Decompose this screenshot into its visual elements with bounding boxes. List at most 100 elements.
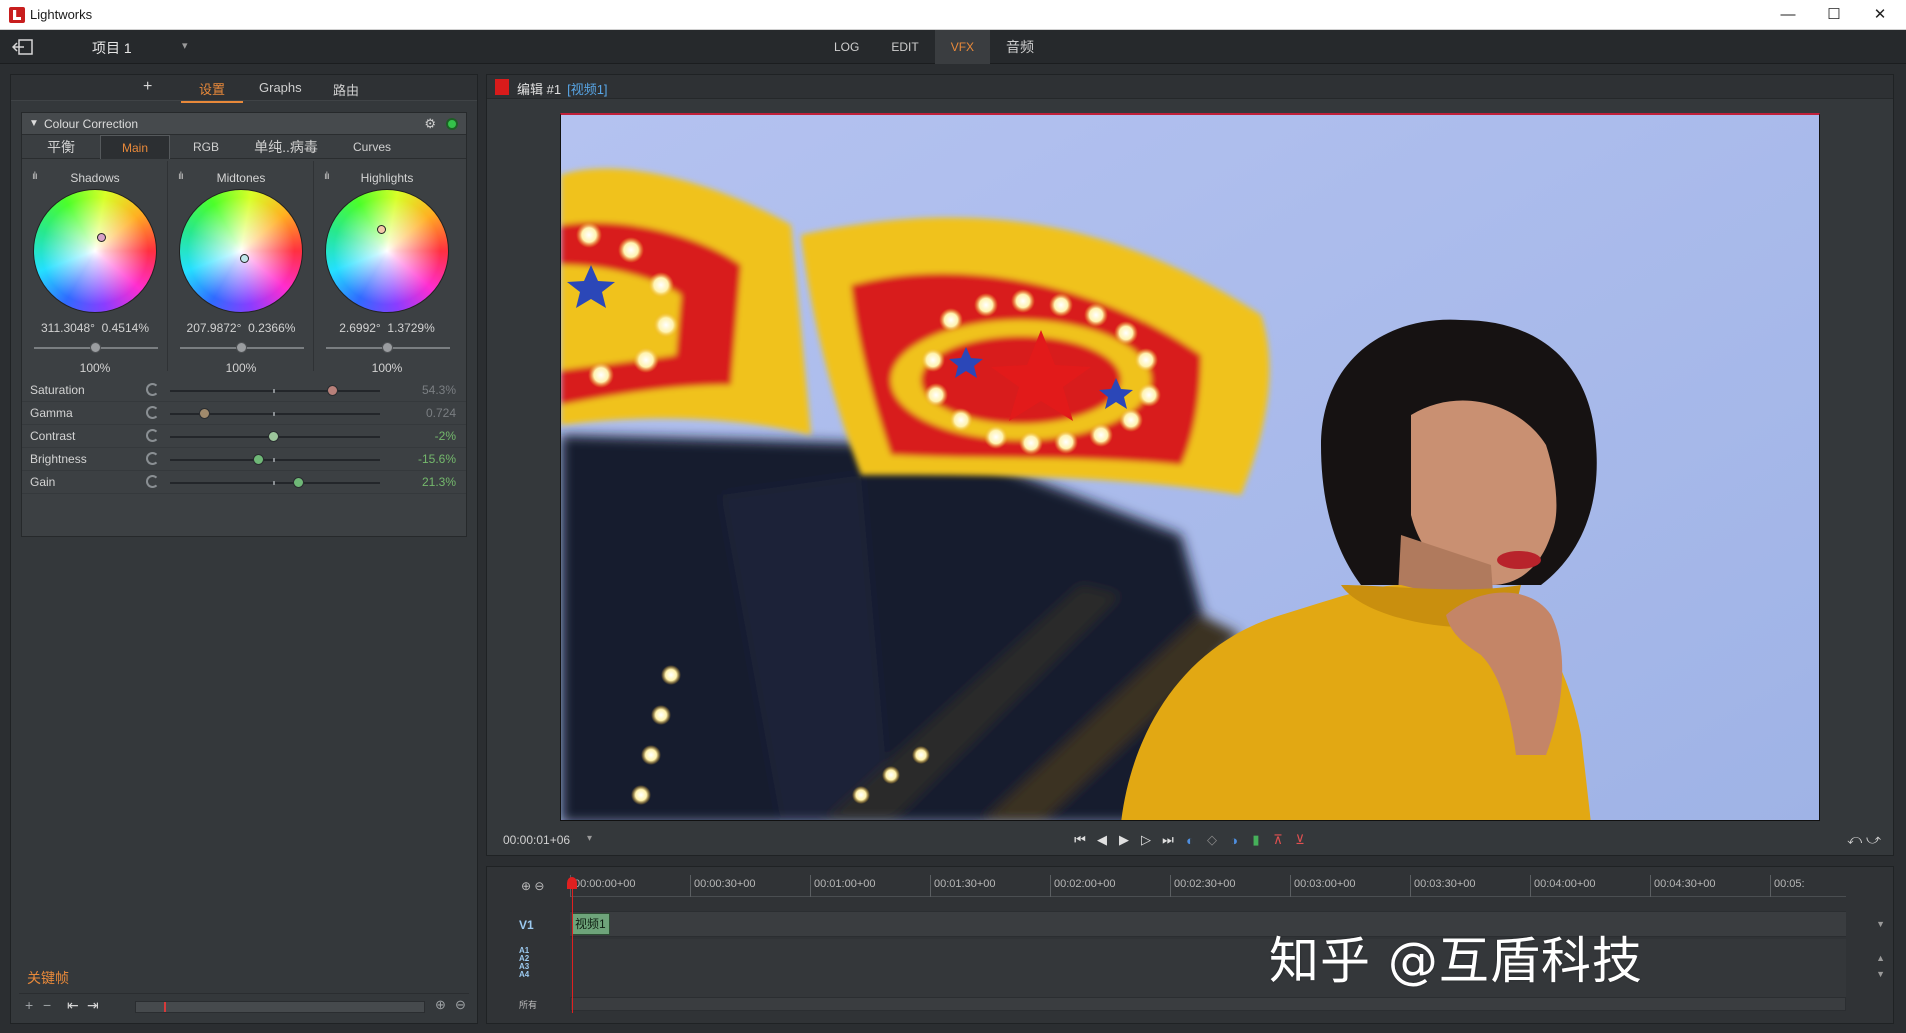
exit-project-icon[interactable] — [12, 38, 34, 56]
tab-routing[interactable]: 路由 — [333, 80, 359, 99]
zoom-out-icon[interactable]: ⊖ — [455, 997, 466, 1013]
project-dropdown-icon[interactable]: ▾ — [182, 39, 188, 52]
reset-icon[interactable] — [146, 475, 159, 488]
maximize-button[interactable]: ☐ — [1812, 2, 1856, 28]
wheel-puck[interactable] — [240, 254, 249, 263]
go-to-start-icon[interactable]: ⏮ — [1072, 832, 1088, 848]
sat-value[interactable]: 0.4514% — [102, 321, 149, 335]
master-slider-knob[interactable] — [382, 342, 393, 353]
wheel-puck[interactable] — [377, 225, 386, 234]
add-keyframe-button[interactable]: + — [25, 997, 33, 1013]
reset-icon[interactable] — [146, 406, 159, 419]
scroll-down-icon[interactable]: ▼ — [1876, 969, 1885, 979]
tab-graphs[interactable]: Graphs — [259, 80, 302, 95]
video-frame[interactable] — [560, 113, 1820, 821]
cue-icon[interactable]: ▮ — [1248, 832, 1264, 848]
param-value[interactable]: 54.3% — [422, 383, 456, 397]
playhead-line[interactable] — [572, 887, 573, 1013]
next-keyframe-button[interactable]: ⇥ — [87, 997, 99, 1014]
colour-correction-effect: ▼ Colour Correction ⚙ 平衡 Main RGB 单纯..病毒… — [21, 112, 467, 537]
sat-value[interactable]: 1.3729% — [387, 321, 434, 335]
highlights-colour-wheel[interactable] — [325, 189, 449, 313]
tab-audio[interactable]: 音频 — [990, 30, 1050, 64]
wheel-values: 207.9872° 0.2366% — [168, 321, 314, 335]
tab-edit[interactable]: EDIT — [875, 30, 934, 64]
add-effect-button[interactable]: + — [143, 78, 152, 96]
midtones-colour-wheel[interactable] — [179, 189, 303, 313]
param-value[interactable]: 0.724 — [426, 406, 456, 420]
minimize-button[interactable]: — — [1766, 2, 1810, 28]
play-icon[interactable]: ▶ — [1116, 832, 1132, 848]
mark-in-icon[interactable]: ◐ — [1182, 833, 1198, 848]
reset-icon[interactable] — [146, 429, 159, 442]
video-track-v1[interactable] — [570, 911, 1846, 937]
tab-main[interactable]: Main — [100, 135, 170, 159]
mark-clear-icon[interactable]: ◇ — [1204, 832, 1220, 848]
timeline-clip[interactable]: 视频1 — [572, 913, 610, 935]
sat-value[interactable]: 0.2366% — [248, 321, 295, 335]
master-slider-knob[interactable] — [90, 342, 101, 353]
transport-controls: ⏮ ◀ ▶ ▷ ⏭ ◐ ◇ ◑ ▮ ⊼ ⊻ — [1072, 829, 1308, 851]
wheel-puck[interactable] — [97, 233, 106, 242]
all-tracks-row[interactable] — [570, 997, 1846, 1011]
param-value[interactable]: 21.3% — [422, 475, 456, 489]
param-value[interactable]: -2% — [435, 429, 456, 443]
timecode-display[interactable]: 00:00:01+06 — [503, 833, 570, 847]
param-slider-knob[interactable] — [267, 431, 279, 442]
tab-hue-sat[interactable]: 单纯..病毒 — [242, 135, 330, 159]
timeline-zoom-icons[interactable]: ⊕ ⊖ — [521, 879, 544, 893]
track-label-a4[interactable]: A4 — [519, 971, 529, 979]
reset-icon[interactable] — [146, 452, 159, 465]
keyframe-position-marker — [164, 1002, 166, 1012]
remove-section-icon[interactable]: ⊼ — [1270, 832, 1286, 848]
param-slider-knob[interactable] — [293, 477, 305, 488]
zoom-in-icon[interactable]: ⊕ — [435, 997, 446, 1013]
hue-value[interactable]: 207.9872° — [187, 321, 242, 335]
step-forward-icon[interactable]: ▷ — [1138, 832, 1154, 848]
tab-balance[interactable]: 平衡 — [22, 135, 100, 159]
mark-out-icon[interactable]: ◑ — [1226, 833, 1242, 848]
shadows-colour-wheel[interactable] — [33, 189, 157, 313]
go-to-end-icon[interactable]: ⏭ — [1160, 832, 1176, 848]
master-slider-knob[interactable] — [236, 342, 247, 353]
effect-enabled-toggle[interactable] — [446, 118, 458, 130]
close-button[interactable]: ✕ — [1858, 2, 1902, 28]
timeline-ruler[interactable]: 00:00:00+00 00:00:30+00 00:01:00+00 00:0… — [570, 875, 1846, 897]
param-slider-knob[interactable] — [326, 385, 338, 396]
param-slider-knob[interactable] — [253, 454, 265, 465]
project-name[interactable]: 项目 1 — [92, 38, 132, 58]
undo-redo-icons[interactable]: ⤺ ⤻ — [1847, 831, 1881, 848]
collapse-triangle-icon[interactable]: ▼ — [29, 118, 39, 129]
reset-icon[interactable] — [146, 383, 159, 396]
param-slider-track[interactable] — [170, 459, 380, 461]
keyframe-track[interactable] — [135, 1001, 425, 1013]
param-gamma: Gamma 0.724 — [22, 402, 466, 425]
param-slider-knob[interactable] — [198, 408, 210, 419]
tab-settings[interactable]: 设置 — [181, 79, 244, 103]
scroll-down-icon[interactable]: ▼ — [1876, 919, 1885, 929]
video-track-tag[interactable]: [视频1] — [567, 82, 607, 97]
ruler-label: 00:03:00+00 — [1294, 878, 1356, 890]
tab-rgb[interactable]: RGB — [170, 135, 242, 159]
step-back-icon[interactable]: ◀ — [1094, 832, 1110, 848]
scroll-up-icon[interactable]: ▲ — [1876, 953, 1885, 963]
param-slider-track[interactable] — [170, 482, 380, 484]
remove-keyframe-button[interactable]: − — [43, 997, 51, 1013]
gear-icon[interactable]: ⚙ — [424, 116, 436, 132]
hue-value[interactable]: 2.6992° — [339, 321, 381, 335]
param-slider-track[interactable] — [170, 390, 380, 392]
ruler-label: 00:03:30+00 — [1414, 878, 1476, 890]
tab-vfx[interactable]: VFX — [934, 30, 991, 64]
param-value[interactable]: -15.6% — [418, 452, 456, 466]
timecode-dropdown-icon[interactable]: ▾ — [587, 833, 592, 844]
master-value: 100% — [79, 361, 111, 375]
prev-keyframe-button[interactable]: ⇤ — [67, 997, 79, 1014]
track-label-all[interactable]: 所有 — [519, 998, 537, 1011]
hue-value[interactable]: 311.3048° — [41, 321, 95, 335]
tab-log[interactable]: LOG — [818, 30, 875, 64]
track-label-v1[interactable]: V1 — [519, 918, 534, 932]
audio-tracks[interactable] — [570, 939, 1846, 1003]
param-label: Gain — [30, 475, 56, 489]
delete-section-icon[interactable]: ⊻ — [1292, 832, 1308, 848]
tab-curves[interactable]: Curves — [330, 135, 414, 159]
